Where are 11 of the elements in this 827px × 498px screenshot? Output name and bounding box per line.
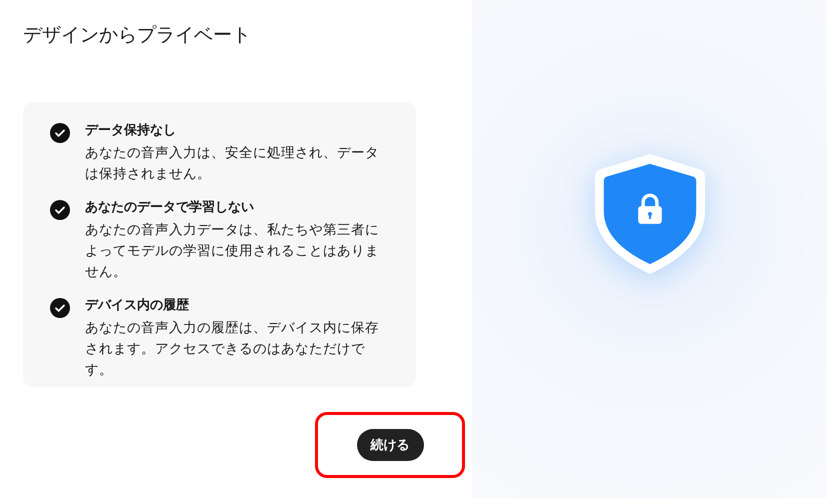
checkmark-icon (50, 298, 70, 318)
page-title: デザインからプライベート (23, 23, 252, 46)
checkmark-icon (50, 123, 70, 143)
feature-description: あなたの音声入力データは、私たちや第三者によってモデルの学習に使用されることはありません。 (85, 221, 380, 282)
feature-description: あなたの音声入力は、安全に処理され、データは保持されません。 (85, 144, 380, 184)
feature-title: あなたのデータで学習しない (85, 199, 255, 217)
feature-title: デバイス内の履歴 (85, 297, 190, 315)
continue-button[interactable]: 続ける (356, 429, 424, 461)
feature-title: データ保持なし (85, 122, 177, 140)
checkmark-icon (50, 200, 70, 220)
feature-description: あなたの音声入力の履歴は、デバイス内に保存されます。アクセスできるのはあなただけです。 (85, 319, 380, 380)
